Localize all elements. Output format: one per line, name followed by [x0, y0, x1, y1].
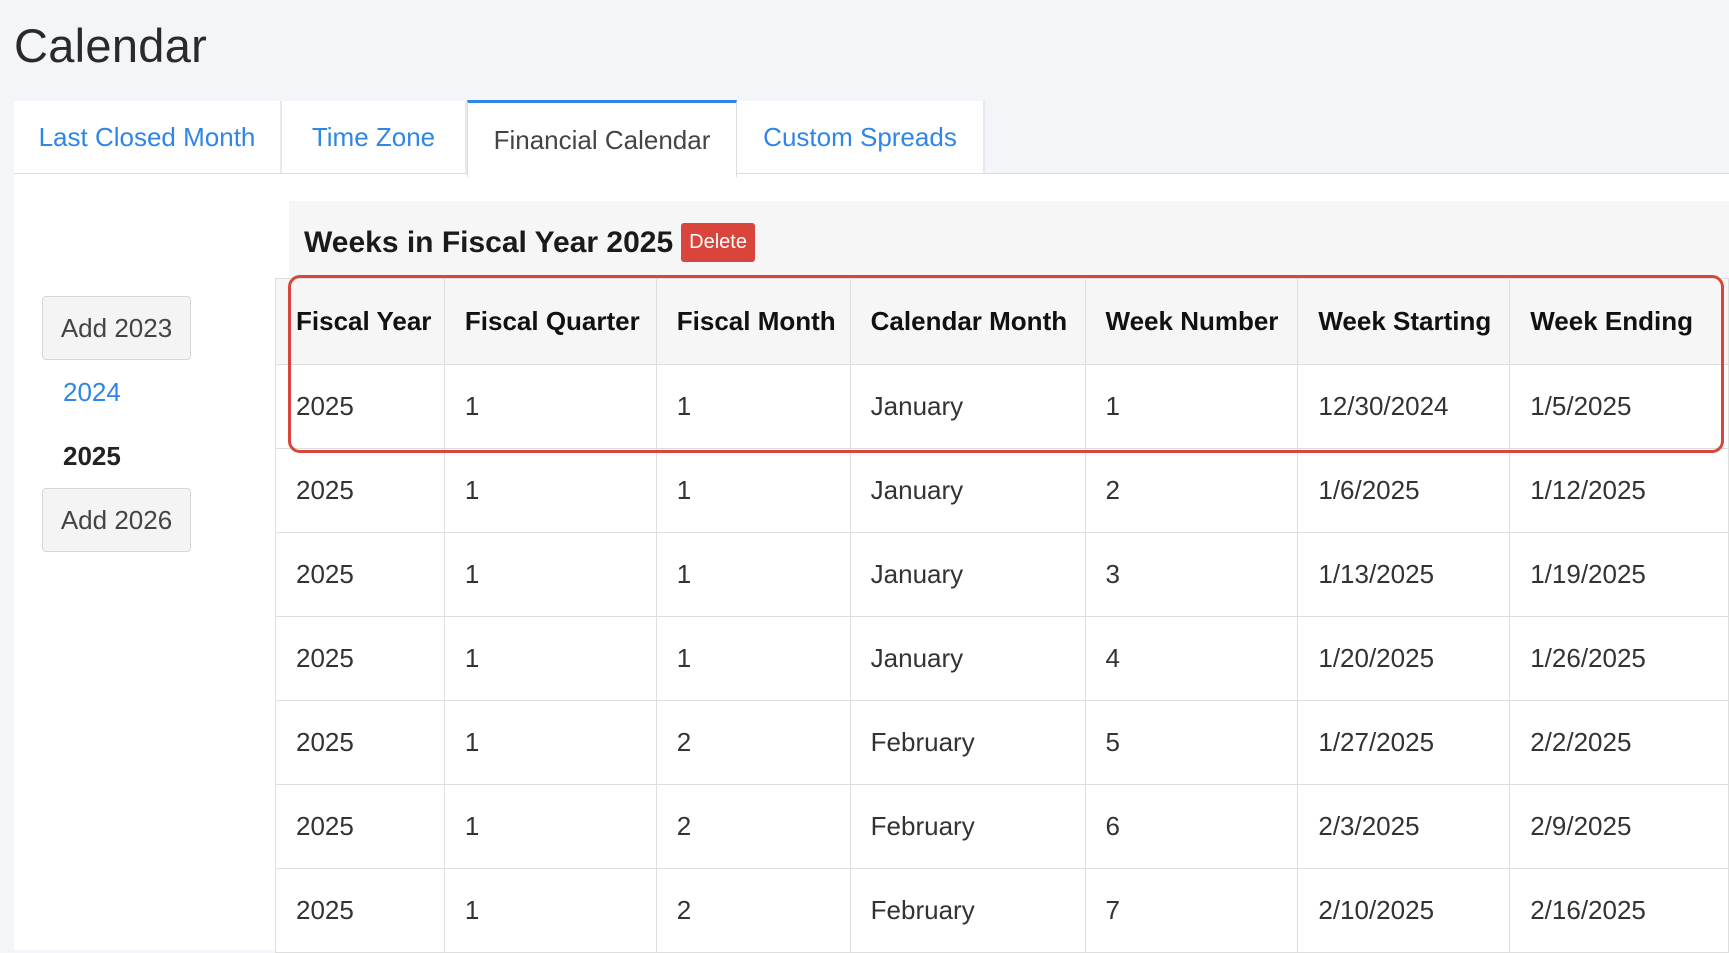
weeks-header: Weeks in Fiscal Year 2025 Delete — [304, 223, 755, 262]
table-cell: 2 — [655, 784, 851, 869]
table-cell: 1 — [443, 448, 657, 533]
year-current-2025: 2025 — [63, 441, 121, 471]
column-header[interactable]: Week Starting — [1297, 278, 1511, 365]
table-cell: 2025 — [275, 868, 445, 953]
year-nav: Add 2023 2024 2025 Add 2026 — [42, 296, 192, 552]
table-cell: 2025 — [275, 532, 445, 617]
table-cell: 2025 — [275, 784, 445, 869]
column-header[interactable]: Fiscal Year — [275, 278, 445, 365]
table-cell: 2025 — [275, 448, 445, 533]
table-cell: 1 — [443, 784, 657, 869]
table-row: 2025 1 2 February 7 2/10/2025 2/16/2025 — [275, 868, 1729, 953]
table-cell: 1 — [443, 532, 657, 617]
column-header[interactable]: Week Ending — [1509, 278, 1729, 365]
table-cell: 1/27/2025 — [1297, 700, 1511, 785]
table-cell: January — [849, 532, 1086, 617]
table-cell: 2/16/2025 — [1509, 868, 1729, 953]
table-row: 2025 1 2 February 6 2/3/2025 2/9/2025 — [275, 784, 1729, 869]
table-cell: 2 — [655, 868, 851, 953]
table-cell: 12/30/2024 — [1297, 364, 1511, 449]
table-cell: 5 — [1084, 700, 1299, 785]
table-cell: 1 — [443, 868, 657, 953]
column-header[interactable]: Week Number — [1084, 278, 1299, 365]
tab-financial-calendar[interactable]: Financial Calendar — [467, 100, 737, 177]
weeks-title: Weeks in Fiscal Year 2025 — [304, 225, 674, 259]
table-cell: 1 — [655, 364, 851, 449]
table-cell: 1/6/2025 — [1297, 448, 1511, 533]
table-cell: 1 — [443, 364, 657, 449]
add-2023-button[interactable]: Add 2023 — [42, 296, 191, 360]
table-cell: February — [849, 868, 1086, 953]
table-row: 2025 1 1 January 3 1/13/2025 1/19/2025 — [275, 532, 1729, 617]
table-cell: January — [849, 364, 1086, 449]
tab-custom-spreads[interactable]: Custom Spreads — [737, 101, 985, 174]
table-cell: 2/3/2025 — [1297, 784, 1511, 869]
table-cell: 2/10/2025 — [1297, 868, 1511, 953]
tab-bar: Last Closed Month Time Zone Financial Ca… — [14, 100, 985, 177]
table-cell: 2025 — [275, 616, 445, 701]
table-header-row: Fiscal Year Fiscal Quarter Fiscal Month … — [275, 278, 1729, 365]
table-cell: 2/9/2025 — [1509, 784, 1729, 869]
table-cell: 2/2/2025 — [1509, 700, 1729, 785]
table-cell: 1 — [443, 700, 657, 785]
table-cell: 1 — [443, 616, 657, 701]
page-title: Calendar — [14, 19, 208, 72]
table-cell: 1 — [1084, 364, 1299, 449]
table-row: 2025 1 2 February 5 1/27/2025 2/2/2025 — [275, 700, 1729, 785]
table-cell: 1 — [655, 616, 851, 701]
table-cell: 2025 — [275, 364, 445, 449]
table-cell: 1/19/2025 — [1509, 532, 1729, 617]
table-cell: January — [849, 448, 1086, 533]
column-header[interactable]: Fiscal Quarter — [443, 278, 657, 365]
table-cell: 7 — [1084, 868, 1299, 953]
table-cell: 1/5/2025 — [1509, 364, 1729, 449]
table-cell: 1/26/2025 — [1509, 616, 1729, 701]
table-cell: 2025 — [275, 700, 445, 785]
table-cell: January — [849, 616, 1086, 701]
table-cell: February — [849, 784, 1086, 869]
table-cell: 1/13/2025 — [1297, 532, 1511, 617]
column-header[interactable]: Fiscal Month — [655, 278, 851, 365]
table-cell: February — [849, 700, 1086, 785]
table-cell: 1 — [655, 448, 851, 533]
table-cell: 6 — [1084, 784, 1299, 869]
table-cell: 3 — [1084, 532, 1299, 617]
table-row: 2025 1 1 January 4 1/20/2025 1/26/2025 — [275, 616, 1729, 701]
table-cell: 2 — [655, 700, 851, 785]
table-cell: 4 — [1084, 616, 1299, 701]
year-link-2024[interactable]: 2024 — [42, 360, 192, 424]
add-2026-button[interactable]: Add 2026 — [42, 488, 191, 552]
tab-last-closed-month[interactable]: Last Closed Month — [14, 101, 282, 174]
weeks-table: Fiscal Year Fiscal Quarter Fiscal Month … — [275, 278, 1729, 953]
column-header[interactable]: Calendar Month — [849, 278, 1086, 365]
table-row: 2025 1 1 January 2 1/6/2025 1/12/2025 — [275, 448, 1729, 533]
tab-time-zone[interactable]: Time Zone — [282, 101, 467, 174]
table-cell: 2 — [1084, 448, 1299, 533]
table-cell: 1 — [655, 532, 851, 617]
table-cell: 1/20/2025 — [1297, 616, 1511, 701]
table-row: 2025 1 1 January 1 12/30/2024 1/5/2025 — [275, 364, 1729, 449]
delete-button[interactable]: Delete — [681, 223, 755, 262]
table-cell: 1/12/2025 — [1509, 448, 1729, 533]
